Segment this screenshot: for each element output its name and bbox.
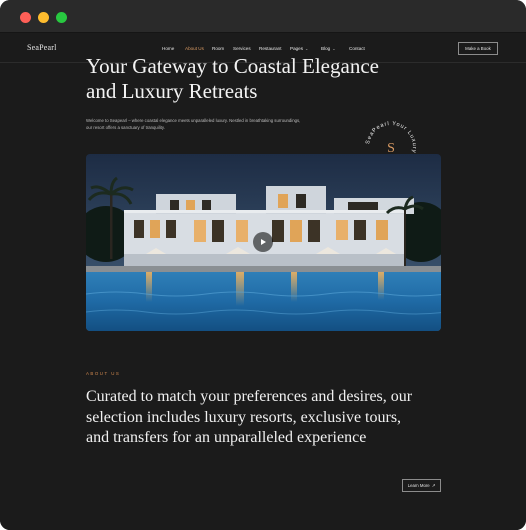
nav-item-blog[interactable]: Blog ⌄ bbox=[321, 46, 336, 51]
nav-item-restaurant[interactable]: Restaurant bbox=[259, 46, 281, 51]
nav-item-about-us[interactable]: About Us bbox=[185, 46, 204, 51]
nav-item-pages[interactable]: Pages ⌄ bbox=[290, 46, 308, 51]
nav-label: Services bbox=[233, 46, 251, 51]
section-eyebrow: ABOUT US bbox=[86, 371, 121, 376]
minimize-window-button[interactable] bbox=[38, 12, 49, 23]
browser-window: SeaPearl Home About Us Room Services Res… bbox=[0, 0, 526, 530]
nav-label: Blog bbox=[321, 46, 331, 51]
nav-item-services[interactable]: Services bbox=[233, 46, 251, 51]
site-logo[interactable]: SeaPearl bbox=[27, 43, 57, 52]
nav-item-room[interactable]: Room bbox=[212, 46, 224, 51]
play-video-button[interactable] bbox=[253, 232, 273, 252]
nav-label: Restaurant bbox=[259, 46, 282, 51]
hero-subtitle: Welcome to Seapearl – where coastal eleg… bbox=[86, 118, 301, 130]
nav-item-home[interactable]: Home bbox=[162, 46, 174, 51]
window-titlebar bbox=[0, 0, 526, 33]
nav-item-contact[interactable]: Contact bbox=[349, 46, 365, 51]
arrow-up-right-icon: ↗ bbox=[431, 482, 436, 488]
nav-label: About Us bbox=[185, 46, 204, 51]
make-a-book-button[interactable]: Make a Book bbox=[458, 42, 498, 55]
chevron-down-icon: ⌄ bbox=[305, 46, 309, 51]
maximize-window-button[interactable] bbox=[56, 12, 67, 23]
nav-label: Pages bbox=[290, 46, 304, 51]
about-heading: Curated to match your preferences and de… bbox=[86, 388, 413, 446]
chevron-down-icon: ⌄ bbox=[332, 46, 336, 51]
nav-label: Home bbox=[162, 46, 175, 51]
nav-label: Contact bbox=[349, 46, 365, 51]
learn-more-label: Learn More bbox=[407, 483, 430, 488]
nav-label: Room bbox=[212, 46, 225, 51]
play-icon bbox=[261, 239, 266, 245]
learn-more-button[interactable]: Learn More ↗ bbox=[402, 479, 441, 492]
close-window-button[interactable] bbox=[20, 12, 31, 23]
hero-title: Your Gateway to Coastal Elegance and Lux… bbox=[86, 54, 379, 103]
